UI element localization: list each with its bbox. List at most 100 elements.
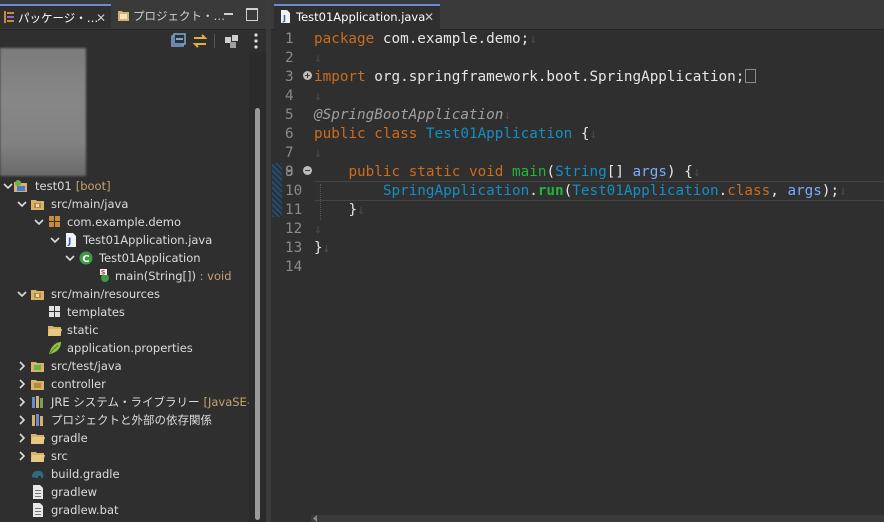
chevron-down-icon[interactable] <box>33 213 45 231</box>
tree-item-project-dependencies[interactable]: プロジェクトと外部の依存関係 <box>0 411 249 429</box>
tree-item-test01application-java[interactable]: J Test01Application.java <box>0 231 249 249</box>
chevron-right-icon[interactable] <box>16 393 28 411</box>
tree-item-gradlew-bat[interactable]: gradlew.bat <box>0 501 249 519</box>
chevron-down-icon[interactable] <box>49 231 61 249</box>
code-area[interactable]: 1 2 3 4 5 6 7 8 9 10 11 12 13 14 + − pac… <box>271 30 884 515</box>
tree-item-label: static <box>67 323 99 337</box>
scrollbar-thumb[interactable] <box>255 108 260 520</box>
tree-item-label: gradlew <box>51 485 98 499</box>
chevron-down-icon[interactable] <box>64 249 76 267</box>
line-number: 2 <box>285 50 294 66</box>
tree-item-src-main-java[interactable]: src/main/java <box>0 195 249 213</box>
chevron-right-icon[interactable] <box>16 357 28 375</box>
code-line-5: @SpringBootApplication↓ <box>314 107 512 123</box>
tree-scrollbar[interactable] <box>249 52 266 522</box>
tree-item-label: controller <box>51 377 106 391</box>
line-number: 5 <box>285 107 294 123</box>
tree-item-label: src <box>51 449 68 463</box>
package-icon <box>49 306 60 317</box>
fold-collapse-icon[interactable]: − <box>303 166 312 175</box>
tree-item-label: templates <box>67 305 125 319</box>
code-line-7: ↓ <box>314 146 322 161</box>
tree-item-com-example-demo[interactable]: com.example.demo <box>0 213 249 231</box>
svg-text:J: J <box>282 14 286 23</box>
tree-item-decoration: [boot] <box>75 179 111 193</box>
code-line-2: ↓ <box>314 51 322 66</box>
editor-horizontal-scrollbar[interactable] <box>311 515 884 522</box>
close-icon[interactable]: ✕ <box>424 6 434 28</box>
tree-item-src-main-resources[interactable]: src/main/resources <box>0 285 249 303</box>
scroll-left-icon[interactable] <box>311 515 319 522</box>
chevron-down-icon[interactable] <box>16 195 28 213</box>
method-icon: S <box>100 269 109 282</box>
editor-tab-bar: J Test01Application.java ✕ <box>271 0 884 30</box>
code-line-12: ↓ <box>314 222 322 237</box>
maximize-icon[interactable] <box>245 7 259 21</box>
tree-item-src-test-java[interactable]: src/test/java <box>0 357 249 375</box>
link-with-editor-icon[interactable] <box>190 31 210 51</box>
chevron-down-icon[interactable] <box>2 177 14 195</box>
tab-package-explorer[interactable]: パッケージ・… ✕ <box>0 4 111 28</box>
tree-item-label: Test01Application <box>99 251 201 265</box>
properties-file-icon <box>49 342 61 354</box>
line-number: 1 <box>285 31 294 47</box>
tree-item-label: src/main/java <box>51 197 129 211</box>
minimize-icon[interactable] <box>222 7 236 21</box>
code-line-9: public static void main(String[] args) {… <box>348 164 701 180</box>
filter-icon[interactable] <box>222 31 242 51</box>
tab-label: パッケージ・… <box>18 11 99 25</box>
line-number: 11 <box>285 202 303 218</box>
chevron-right-icon[interactable] <box>16 375 28 393</box>
chevron-right-icon[interactable] <box>16 411 28 429</box>
tab-project-explorer[interactable]: プロジェクト・… <box>114 4 225 28</box>
tree-item-label: main(String[]) <box>115 269 196 283</box>
package-icon <box>49 216 60 227</box>
tab-label: プロジェクト・… <box>133 9 225 23</box>
java-file-icon: J <box>281 10 290 23</box>
line-number: 14 <box>285 259 303 275</box>
line-number-active: 10 <box>285 183 303 199</box>
tree-item-decoration: [JavaSE-21] <box>203 395 249 409</box>
close-icon[interactable]: ✕ <box>96 6 106 30</box>
tree-item-label: src/test/java <box>51 359 122 373</box>
collapse-all-icon[interactable] <box>168 31 188 51</box>
tree-item-label: gradlew.bat <box>51 503 119 517</box>
chevron-right-icon[interactable] <box>16 429 28 447</box>
folder-icon <box>31 434 45 444</box>
code-line-10: SpringApplication.run(Test01Application.… <box>382 183 847 199</box>
tree-item-test01application-class[interactable]: C Test01Application <box>0 249 249 267</box>
tree-item-test01[interactable]: test01 [boot] <box>0 177 249 195</box>
svg-text:S: S <box>101 270 105 277</box>
tree-item-controller[interactable]: controller <box>0 375 249 393</box>
fold-expand-icon[interactable]: + <box>303 71 312 80</box>
tree-item-main-method[interactable]: S main(String[]) : void <box>0 267 249 285</box>
method-signature: : void <box>196 269 232 283</box>
line-number: 13 <box>285 240 303 256</box>
line-number: 4 <box>285 88 294 104</box>
tab-test01application-java[interactable]: J Test01Application.java ✕ <box>274 4 440 30</box>
tree-item-label: Test01Application.java <box>83 233 213 247</box>
blurred-region <box>0 48 86 176</box>
tree-item-label: プロジェクトと外部の依存関係 <box>51 413 212 427</box>
library-icon <box>32 396 43 408</box>
code-line-1: package com.example.demo;↓ <box>314 31 538 47</box>
chevron-down-icon[interactable] <box>16 285 28 303</box>
class-icon: C <box>79 251 93 265</box>
tree-item-gradlew[interactable]: gradlew <box>0 483 249 501</box>
tree-item-templates[interactable]: templates <box>0 303 249 321</box>
tree-item-application-properties[interactable]: application.properties <box>0 339 249 357</box>
boot-project-icon <box>14 180 27 192</box>
tree-item-jre-library[interactable]: JRE システム・ライブラリー[JavaSE-21] <box>0 393 249 411</box>
tree-item-gradle[interactable]: gradle <box>0 429 249 447</box>
tree-item-label: build.gradle <box>51 467 120 481</box>
view-menu-icon[interactable] <box>246 31 266 51</box>
text-file-icon <box>33 485 43 499</box>
code-line-6: public class Test01Application {↓ <box>314 126 598 142</box>
folded-imports-box[interactable] <box>745 69 757 83</box>
chevron-right-icon[interactable] <box>16 447 28 465</box>
project-explorer-icon <box>118 11 129 21</box>
tree-item-build-gradle[interactable]: build.gradle <box>0 465 249 483</box>
tree-item-static[interactable]: static <box>0 321 249 339</box>
toolbar-separator <box>214 34 215 48</box>
tree-item-src[interactable]: src <box>0 447 249 465</box>
